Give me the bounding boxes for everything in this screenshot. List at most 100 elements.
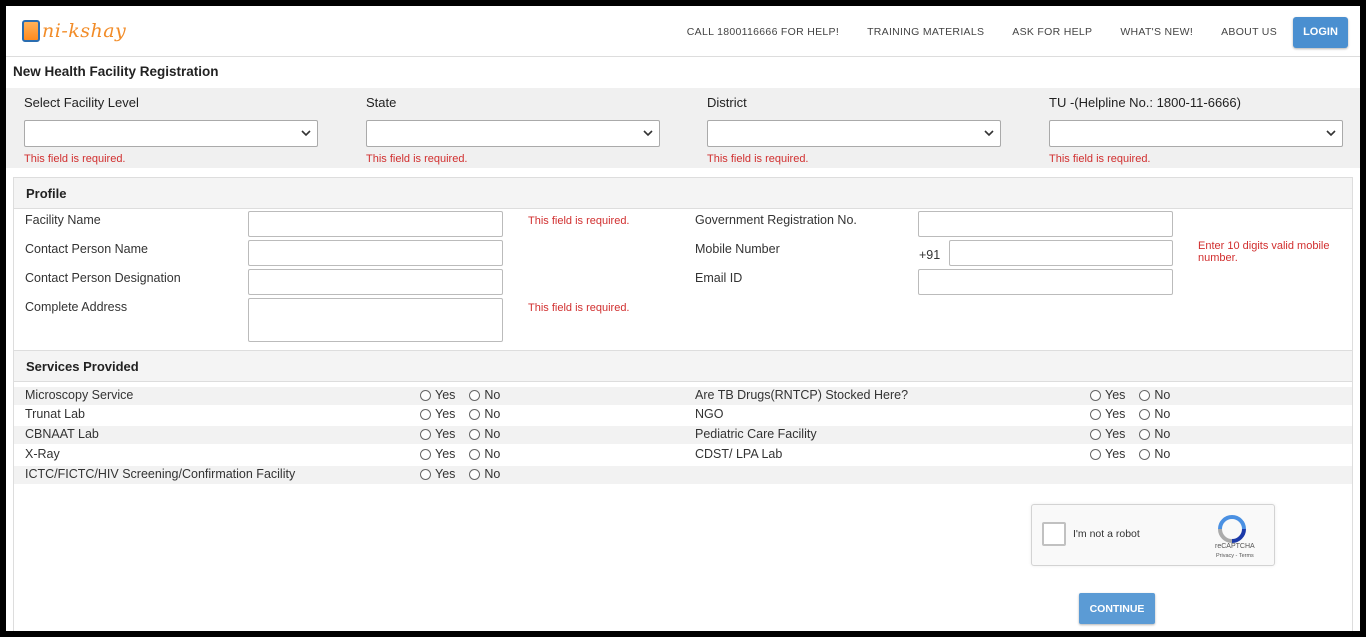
facility-level-label: Select Facility Level: [24, 95, 139, 110]
service-label: Trunat Lab: [25, 407, 85, 421]
trunat-radio-group: Yes No: [420, 407, 514, 421]
service-label: Microscopy Service: [25, 388, 134, 402]
service-row: Microscopy Service Yes No Are TB Drugs(R…: [14, 387, 1352, 405]
contact-name-label: Contact Person Name: [25, 242, 148, 256]
no-radio[interactable]: [469, 408, 481, 420]
facility-level-error: This field is required.: [24, 153, 126, 165]
email-input[interactable]: [918, 269, 1173, 295]
cbnaat-radio-group: Yes No: [420, 427, 514, 441]
mobile-prefix: +91: [919, 248, 941, 262]
email-label: Email ID: [695, 271, 743, 285]
recaptcha-checkbox[interactable]: [1042, 522, 1066, 546]
yes-radio[interactable]: [1090, 428, 1101, 440]
service-label: ICTC/FICTC/HIV Screening/Confirmation Fa…: [25, 467, 296, 481]
tu-select[interactable]: [1049, 120, 1343, 147]
contact-designation-input[interactable]: [248, 269, 503, 295]
service-label: Are TB Drugs(RNTCP) Stocked Here?: [695, 388, 909, 402]
chevron-down-icon: [984, 130, 994, 137]
nikshay-logo[interactable]: ni-kshay: [22, 18, 126, 44]
yes-radio[interactable]: [420, 468, 431, 480]
nav-about-us[interactable]: ABOUT US: [1221, 26, 1277, 38]
tu-error: This field is required.: [1049, 153, 1151, 165]
no-radio[interactable]: [469, 468, 481, 480]
profile-heading: Profile: [26, 186, 67, 201]
district-select[interactable]: [707, 120, 1001, 147]
yes-radio[interactable]: [420, 408, 431, 420]
continue-button[interactable]: CONTINUE: [1079, 593, 1155, 624]
gov-reg-input[interactable]: [918, 211, 1173, 237]
no-radio[interactable]: [1139, 428, 1151, 440]
yes-option: Yes: [420, 427, 455, 441]
services-heading: Services Provided: [26, 359, 139, 374]
facility-name-input[interactable]: [248, 211, 503, 237]
nav-ask-for-help[interactable]: ASK FOR HELP: [1012, 26, 1092, 38]
no-option: No: [1139, 447, 1170, 461]
contact-name-input[interactable]: [248, 240, 503, 266]
service-label: CBNAAT Lab: [25, 427, 99, 441]
state-label: State: [366, 95, 397, 110]
yes-label: Yes: [435, 447, 456, 461]
address-textarea[interactable]: [248, 298, 503, 342]
nav-call-help[interactable]: CALL 1800116666 FOR HELP!: [687, 26, 839, 38]
ictc-radio-group: Yes No: [420, 467, 514, 481]
yes-radio[interactable]: [1090, 389, 1101, 401]
contact-designation-label: Contact Person Designation: [25, 271, 181, 285]
no-option: No: [1139, 407, 1170, 421]
ngo-radio-group: Yes No: [1090, 407, 1184, 421]
gov-reg-label: Government Registration No.: [695, 213, 857, 227]
service-row: CBNAAT Lab Yes No Pediatric Care Facilit…: [14, 426, 1352, 444]
yes-label: Yes: [435, 427, 456, 441]
address-error: This field is required.: [528, 302, 630, 314]
nav-whats-new[interactable]: WHAT'S NEW!: [1120, 26, 1193, 38]
no-radio[interactable]: [469, 389, 481, 401]
yes-radio[interactable]: [420, 448, 431, 460]
facility-name-label: Facility Name: [25, 213, 101, 227]
facility-level-select[interactable]: [24, 120, 318, 147]
district-label: District: [707, 95, 747, 110]
no-radio[interactable]: [1139, 408, 1151, 420]
no-label: No: [484, 447, 501, 461]
service-row: X-Ray Yes No CDST/ LPA Lab Yes No: [14, 446, 1352, 464]
no-label: No: [484, 427, 501, 441]
logo-icon: [22, 20, 40, 42]
yes-radio[interactable]: [420, 428, 431, 440]
service-row: ICTC/FICTC/HIV Screening/Confirmation Fa…: [14, 466, 1352, 484]
address-label: Complete Address: [25, 300, 128, 314]
no-radio[interactable]: [1139, 389, 1151, 401]
service-label: CDST/ LPA Lab: [695, 447, 783, 461]
chevron-down-icon: [301, 130, 311, 137]
recaptcha-widget: I'm not a robot reCAPTCHA Privacy - Term…: [1031, 504, 1275, 566]
no-radio[interactable]: [1139, 448, 1151, 460]
yes-label: Yes: [435, 407, 456, 421]
no-option: No: [469, 427, 500, 441]
nav-training-materials[interactable]: TRAINING MATERIALS: [867, 26, 984, 38]
yes-radio[interactable]: [1090, 408, 1101, 420]
yes-option: Yes: [1090, 388, 1125, 402]
yes-option: Yes: [1090, 427, 1125, 441]
no-label: No: [1154, 407, 1171, 421]
mobile-input[interactable]: [949, 240, 1173, 266]
mobile-error: Enter 10 digits valid mobile number.: [1198, 240, 1330, 264]
yes-option: Yes: [420, 388, 455, 402]
state-select[interactable]: [366, 120, 660, 147]
login-button[interactable]: LOGIN: [1293, 16, 1348, 48]
no-label: No: [484, 407, 501, 421]
district-error: This field is required.: [707, 153, 809, 165]
no-radio[interactable]: [469, 448, 481, 460]
yes-option: Yes: [420, 467, 455, 481]
service-label: NGO: [695, 407, 724, 421]
yes-radio[interactable]: [420, 389, 431, 401]
yes-label: Yes: [435, 467, 456, 481]
facility-level-group: Select Facility Level This field is requ…: [24, 95, 318, 165]
recaptcha-terms-link[interactable]: Privacy - Terms: [1216, 553, 1254, 559]
yes-label: Yes: [1105, 427, 1126, 441]
microscopy-radio-group: Yes No: [420, 388, 514, 402]
logo-text: ni-kshay: [42, 20, 127, 42]
tu-label: TU -(Helpline No.: 1800-11-6666): [1049, 95, 1241, 110]
no-option: No: [1139, 427, 1170, 441]
yes-radio[interactable]: [1090, 448, 1101, 460]
no-label: No: [1154, 388, 1171, 402]
chevron-down-icon: [643, 130, 653, 137]
no-radio[interactable]: [469, 428, 481, 440]
no-option: No: [469, 447, 500, 461]
